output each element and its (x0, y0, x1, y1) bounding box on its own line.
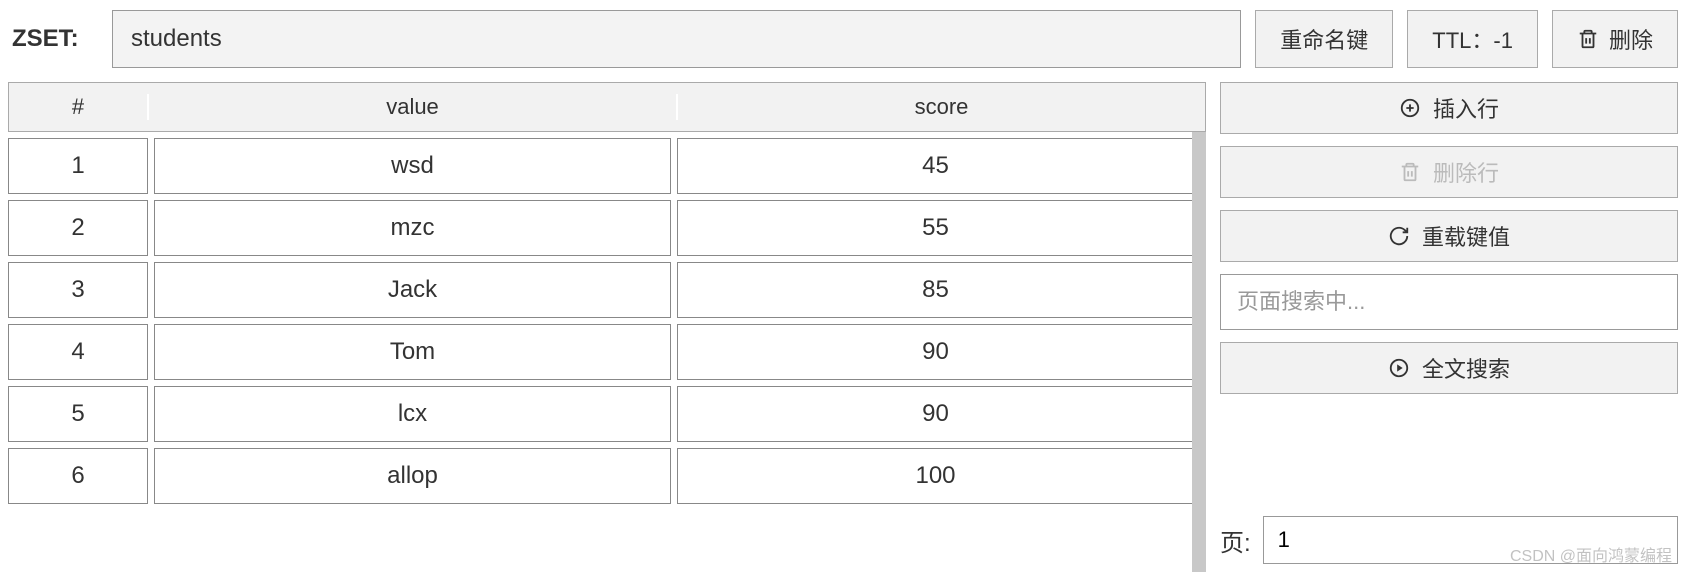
col-index[interactable]: # (9, 94, 149, 120)
cell-score: 55 (677, 200, 1194, 256)
page-label: 页: (1220, 523, 1251, 558)
ttl-label: TTL：-1 (1432, 23, 1513, 55)
side-panel: 插入行 删除行 重载键值 全文搜索 (1220, 82, 1678, 572)
fulltext-search-label: 全文搜索 (1422, 352, 1510, 384)
insert-row-button[interactable]: 插入行 (1220, 82, 1678, 134)
reload-button[interactable]: 重载键值 (1220, 210, 1678, 262)
rename-label: 重命名键 (1280, 23, 1368, 55)
cell-index: 4 (8, 324, 148, 380)
cell-score: 45 (677, 138, 1194, 194)
ttl-button[interactable]: TTL：-1 (1407, 10, 1538, 68)
cell-score: 90 (677, 324, 1194, 380)
trash-icon (1399, 161, 1421, 183)
table-row[interactable]: 3Jack85 (8, 262, 1206, 318)
table-row[interactable]: 5lcx90 (8, 386, 1206, 442)
table-body: 1wsd452mzc553Jack854Tom905lcx906allop100 (8, 132, 1206, 572)
cell-index: 6 (8, 448, 148, 504)
cell-index: 2 (8, 200, 148, 256)
cell-value: wsd (154, 138, 671, 194)
trash-icon (1577, 28, 1599, 50)
cell-score: 85 (677, 262, 1194, 318)
delete-row-label: 删除行 (1433, 156, 1499, 188)
pagination: 页: (1220, 516, 1678, 572)
cell-value: mzc (154, 200, 671, 256)
table-pane: # value score 1wsd452mzc553Jack854Tom905… (8, 82, 1206, 572)
rename-key-button[interactable]: 重命名键 (1255, 10, 1393, 68)
main-area: # value score 1wsd452mzc553Jack854Tom905… (8, 82, 1678, 572)
cell-value: Jack (154, 262, 671, 318)
cell-index: 3 (8, 262, 148, 318)
key-type-label: ZSET: (8, 25, 98, 53)
table-row[interactable]: 6allop100 (8, 448, 1206, 504)
table-row[interactable]: 1wsd45 (8, 138, 1206, 194)
key-name-input[interactable] (112, 10, 1241, 68)
cell-value: Tom (154, 324, 671, 380)
fulltext-search-button[interactable]: 全文搜索 (1220, 342, 1678, 394)
col-value[interactable]: value (149, 94, 678, 120)
table-row[interactable]: 2mzc55 (8, 200, 1206, 256)
page-number-input[interactable] (1263, 516, 1678, 564)
cell-score: 100 (677, 448, 1194, 504)
cell-index: 1 (8, 138, 148, 194)
col-score[interactable]: score (678, 94, 1205, 120)
table-row[interactable]: 4Tom90 (8, 324, 1206, 380)
scrollbar-thumb[interactable] (1192, 132, 1206, 572)
top-bar: ZSET: 重命名键 TTL：-1 删除 (8, 10, 1678, 68)
delete-key-button[interactable]: 删除 (1552, 10, 1678, 68)
table-header: # value score (8, 82, 1206, 132)
cell-index: 5 (8, 386, 148, 442)
cell-score: 90 (677, 386, 1194, 442)
page-search-input[interactable] (1220, 274, 1678, 330)
cell-value: lcx (154, 386, 671, 442)
delete-label: 删除 (1609, 23, 1653, 55)
plus-circle-icon (1399, 97, 1421, 119)
reload-label: 重载键值 (1422, 220, 1510, 252)
play-circle-icon (1388, 357, 1410, 379)
delete-row-button[interactable]: 删除行 (1220, 146, 1678, 198)
refresh-icon (1388, 225, 1410, 247)
scrollbar[interactable] (1192, 132, 1206, 572)
cell-value: allop (154, 448, 671, 504)
insert-row-label: 插入行 (1433, 92, 1499, 124)
